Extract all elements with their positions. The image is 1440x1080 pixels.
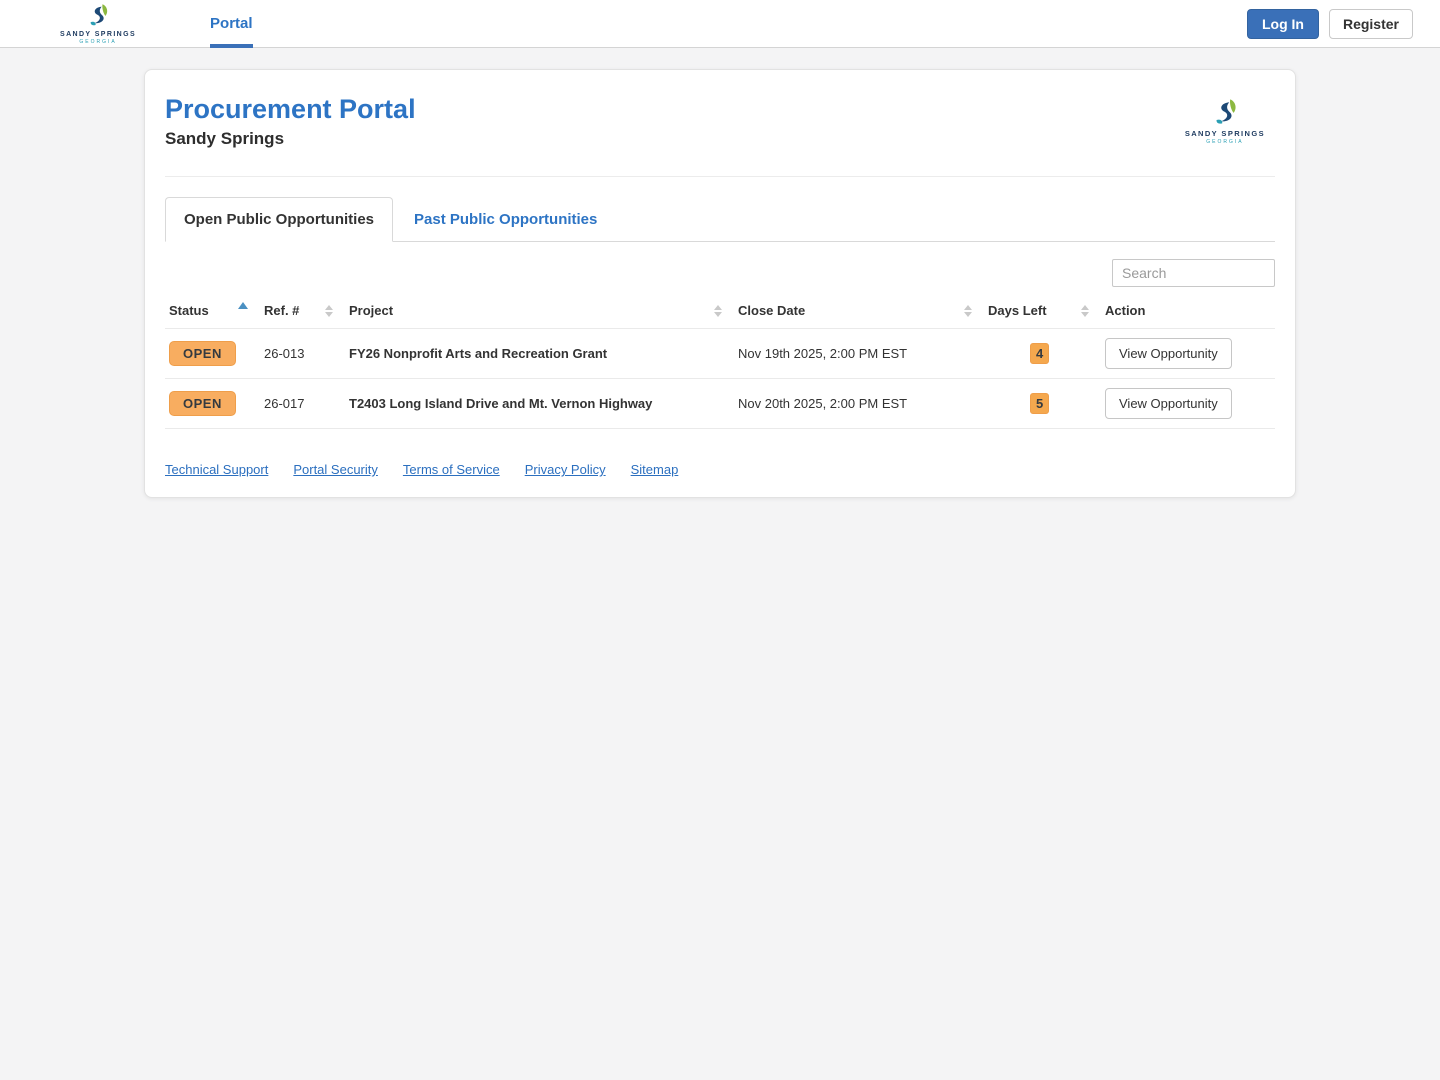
search-input[interactable] — [1112, 259, 1275, 287]
sort-ascending-icon — [238, 302, 248, 309]
column-header-ref[interactable]: Ref. # — [260, 293, 345, 329]
ref-number: 26-013 — [264, 346, 305, 361]
footer-link-terms-of-service[interactable]: Terms of Service — [403, 462, 500, 477]
view-opportunity-button[interactable]: View Opportunity — [1105, 338, 1232, 369]
table-row: OPEN 26-013 FY26 Nonprofit Arts and Recrea… — [165, 328, 1275, 379]
column-label: Status — [169, 303, 209, 318]
status-badge: OPEN — [169, 391, 236, 416]
table-header-row: Status Ref. # Project Close Date Days Left Ac… — [165, 293, 1275, 329]
footer-link-technical-support[interactable]: Technical Support — [165, 462, 268, 477]
sort-icon — [1081, 304, 1089, 317]
footer-link-privacy-policy[interactable]: Privacy Policy — [525, 462, 606, 477]
procurement-portal-card: Procurement Portal Sandy Springs SANDY S… — [144, 69, 1296, 498]
ref-number: 26-017 — [264, 396, 305, 411]
column-header-days-left[interactable]: Days Left — [984, 293, 1101, 329]
sandy-springs-logo-card: SANDY SPRINGS GEORGIA — [1185, 98, 1265, 145]
active-tab-underline — [210, 43, 253, 48]
sort-icon — [325, 304, 333, 317]
project-name: FY26 Nonprofit Arts and Recreation Grant — [349, 346, 608, 361]
register-button[interactable]: Register — [1328, 8, 1413, 39]
column-label: Days Left — [988, 303, 1047, 318]
column-header-action: Action — [1101, 293, 1275, 329]
top-navbar: SANDY SPRINGS GEORGIA Portal Log In Regi… — [0, 0, 1440, 48]
page-subtitle: Sandy Springs — [165, 129, 285, 148]
sandy-springs-mark-icon — [1216, 99, 1236, 124]
card-header: Procurement Portal Sandy Springs SANDY S… — [165, 94, 1275, 149]
close-date: Nov 19th 2025, 2:00 PM EST — [738, 346, 908, 361]
nav-item-label: Portal — [210, 15, 253, 32]
nav-actions: Log In Register — [1246, 8, 1413, 39]
nav-item-portal[interactable]: Portal — [210, 0, 253, 48]
search-row — [165, 259, 1275, 287]
column-header-project[interactable]: Project — [345, 293, 734, 329]
footer-links: Technical Support Portal Security Terms of… — [165, 462, 1275, 477]
column-label: Action — [1105, 303, 1146, 318]
close-date: Nov 20th 2025, 2:00 PM EST — [738, 396, 908, 411]
sandy-springs-logo: SANDY SPRINGS GEORGIA — [60, 3, 136, 45]
sort-icon — [964, 304, 972, 317]
status-badge: OPEN — [169, 341, 236, 366]
login-button[interactable]: Log In — [1246, 8, 1319, 39]
column-label: Ref. # — [264, 303, 300, 318]
column-header-status[interactable]: Status — [165, 293, 260, 329]
view-opportunity-button[interactable]: View Opportunity — [1105, 388, 1232, 419]
opportunities-table: Status Ref. # Project Close Date Days Left Ac… — [165, 293, 1275, 429]
column-label: Project — [349, 303, 394, 318]
brand-name: SANDY SPRINGS — [1184, 129, 1265, 138]
column-label: Close Date — [738, 303, 806, 318]
table-row: OPEN 26-017 T2403 Long Island Drive and Mt… — [165, 378, 1275, 429]
footer-link-sitemap[interactable]: Sitemap — [631, 462, 679, 477]
days-left-badge: 4 — [1030, 343, 1050, 364]
brand-tagline: GEORGIA — [1206, 138, 1244, 145]
sandy-springs-mark-icon — [90, 3, 108, 25]
tab-past-public-opportunities[interactable]: Past Public Opportunities — [395, 197, 616, 242]
days-left-badge: 5 — [1030, 393, 1050, 414]
tab-open-public-opportunities[interactable]: Open Public Opportunities — [165, 197, 394, 242]
project-name: T2403 Long Island Drive and Mt. Vernon H… — [349, 396, 653, 411]
brand-name: SANDY SPRINGS — [60, 30, 137, 38]
tab-bar: Open Public Opportunities Past Public Opp… — [165, 197, 1275, 242]
column-header-close-date[interactable]: Close Date — [734, 293, 984, 329]
brand-tagline: GEORGIA — [79, 38, 117, 45]
header-divider — [165, 176, 1275, 177]
sort-icon — [714, 304, 722, 317]
page-title: Procurement Portal — [165, 94, 416, 124]
footer-link-portal-security[interactable]: Portal Security — [293, 462, 378, 477]
